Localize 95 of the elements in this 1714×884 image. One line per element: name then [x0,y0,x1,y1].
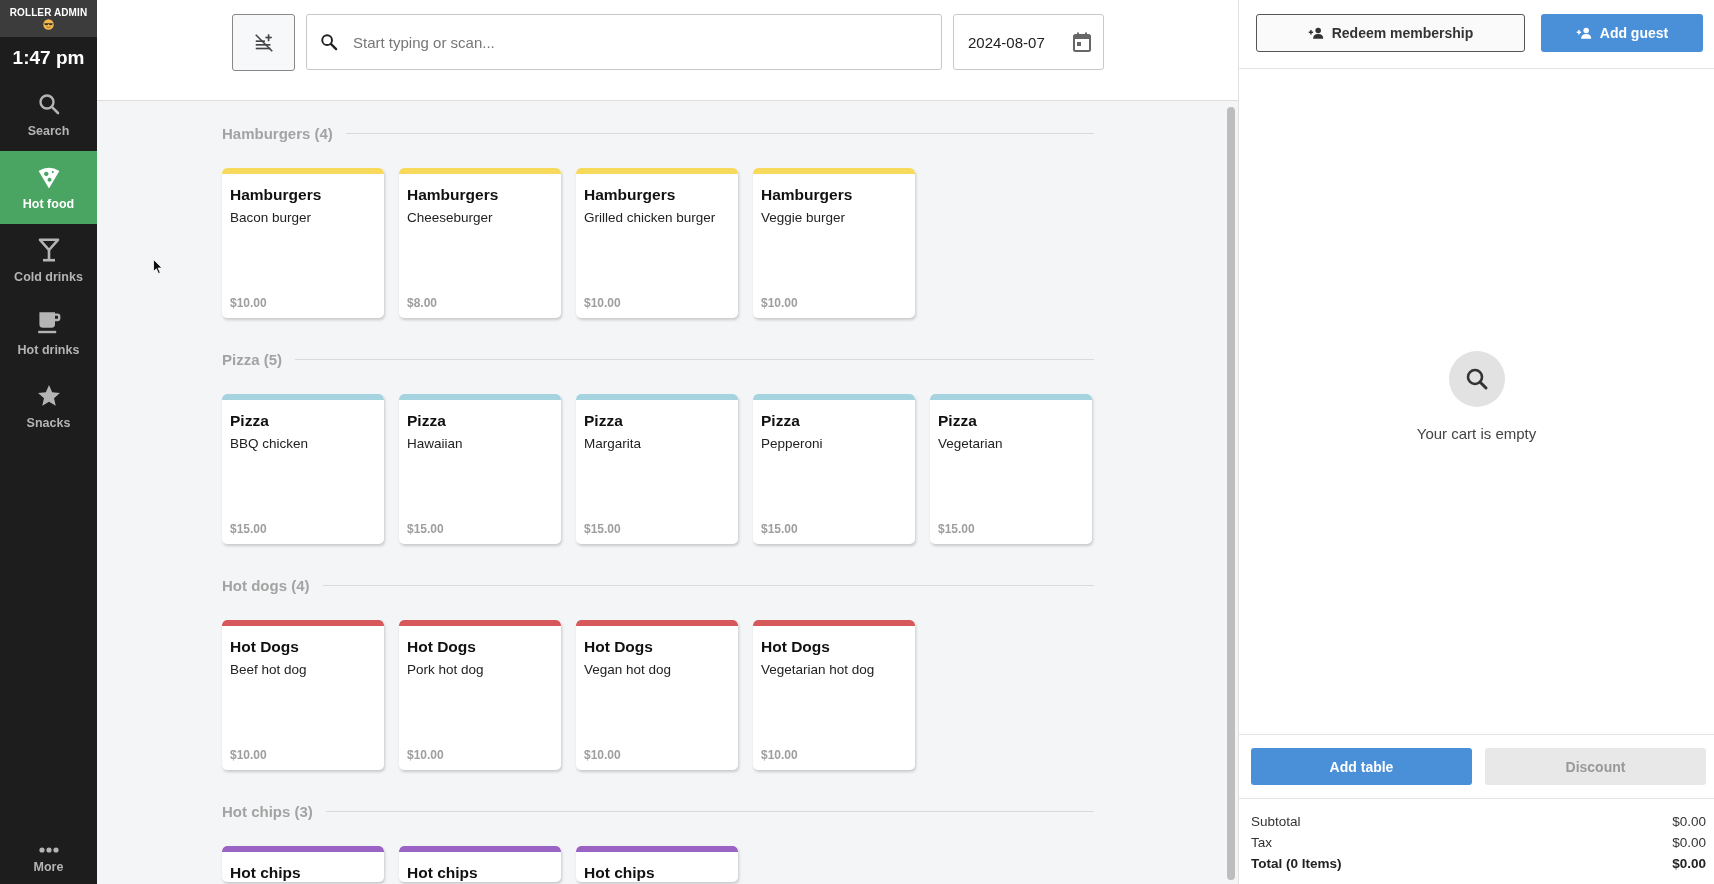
product-category: Pizza [761,412,801,430]
product-price: $15.00 [761,522,799,536]
clock-time: 1:47 pm [11,45,86,70]
product-price: $15.00 [938,522,976,536]
product-category: Pizza [938,412,978,430]
product-name: Vegan hot dog [584,662,673,677]
product-card[interactable]: Hot Dogs Pork hot dog $10.00 [399,620,561,770]
product-price: $10.00 [407,748,445,762]
star-icon [36,384,61,408]
coffee-mug-icon [36,311,61,335]
cocktail-glass-icon [36,238,61,262]
section-heading: Hot dogs (4) [222,576,310,594]
product-name: Grilled chicken burger [584,210,717,225]
product-card[interactable]: Pizza Vegetarian $15.00 [930,394,1092,544]
empty-cart-message: Your cart is empty [1416,425,1537,442]
product-card[interactable]: Hamburgers Veggie burger $10.00 [753,168,915,318]
product-card[interactable]: Pizza Margarita $15.00 [576,394,738,544]
search-icon [1448,351,1505,407]
product-category: Hamburgers [407,186,500,204]
nav-tab[interactable]: Hot drinks [0,297,97,370]
product-category: Pizza [584,412,624,430]
calendar-icon [1073,32,1091,52]
product-category: Hot chips [230,864,302,882]
nav-tab[interactable]: Snacks [0,370,97,443]
product-name: Vegetarian [938,436,1004,451]
filter-button[interactable] [232,14,295,71]
total-value: $0.00 [1672,814,1706,829]
total-value: $0.00 [1672,856,1706,871]
product-category: Hot Dogs [230,638,300,656]
mouse-pointer-icon [153,259,163,274]
product-name: Hawaiian [407,436,464,451]
section-heading: Pizza (5) [222,350,282,368]
product-card[interactable]: Hot chips [222,846,384,882]
product-category: Pizza [407,412,447,430]
product-price: $10.00 [584,296,622,310]
product-category: Hot chips [584,864,656,882]
product-price: $15.00 [230,522,268,536]
product-card[interactable]: Hamburgers Bacon burger $10.00 [222,168,384,318]
nav-tab[interactable]: Search [0,78,97,151]
product-name: BBQ chicken [230,436,310,451]
date-field[interactable]: 2024-08-07 [953,14,1104,70]
product-card[interactable]: Hot Dogs Beef hot dog $10.00 [222,620,384,770]
product-price: $10.00 [761,296,799,310]
product-card[interactable]: Hamburgers Grilled chicken burger $10.00 [576,168,738,318]
section-heading: Hot chips (3) [222,802,313,820]
total-label: Total (0 Items) [1251,856,1342,871]
product-card[interactable]: Pizza Hawaiian $15.00 [399,394,561,544]
redeem-button[interactable]: Redeem membership [1256,14,1525,52]
product-name: Pepperoni [761,436,824,451]
product-name: Pork hot dog [407,662,485,677]
product-price: $10.00 [584,748,622,762]
search-icon [36,92,61,116]
product-price: $8.00 [407,296,439,310]
sunglasses-face-icon [43,19,54,30]
total-value: $0.00 [1672,835,1706,850]
crossed-list-icon [252,31,275,54]
product-name: Cheeseburger [407,210,494,225]
product-name: Veggie burger [761,210,847,225]
search-field[interactable]: Start typing or scan... [306,14,942,70]
person-add-icon [1307,27,1324,39]
product-category: Hot Dogs [761,638,831,656]
account-name: ROLLER ADMIN [9,7,88,18]
total-label: Subtotal [1251,814,1301,829]
more-button[interactable]: More [0,846,97,884]
product-card[interactable]: Hot Dogs Vegan hot dog $10.00 [576,620,738,770]
product-price: $10.00 [761,748,799,762]
product-card[interactable]: Pizza Pepperoni $15.00 [753,394,915,544]
product-category: Hot chips [407,864,479,882]
scrollbar-thumb[interactable] [1226,107,1235,880]
product-name: Vegetarian hot dog [761,662,876,677]
product-price: $10.00 [230,296,268,310]
product-category: Hot Dogs [584,638,654,656]
product-category: Hamburgers [584,186,677,204]
product-category: Hot Dogs [407,638,477,656]
product-name: Bacon burger [230,210,313,225]
more-dots-icon [38,847,59,853]
product-name: Margarita [584,436,643,451]
product-category: Pizza [230,412,270,430]
product-category: Hamburgers [761,186,854,204]
product-card[interactable]: Hot Dogs Vegetarian hot dog $10.00 [753,620,915,770]
product-card[interactable]: Hot chips [576,846,738,882]
product-card[interactable]: Hamburgers Cheeseburger $8.00 [399,168,561,318]
product-price: $15.00 [407,522,445,536]
product-price: $10.00 [230,748,268,762]
person-add-icon [1575,27,1592,39]
pizza-slice-icon [36,165,61,189]
search-icon [320,33,338,51]
section-heading: Hamburgers (4) [222,124,333,142]
product-price: $15.00 [584,522,622,536]
product-category: Hamburgers [230,186,323,204]
total-label: Tax [1251,835,1272,850]
nav-tab[interactable]: Cold drinks [0,224,97,297]
product-card[interactable]: Pizza BBQ chicken $15.00 [222,394,384,544]
product-card[interactable]: Hot chips [399,846,561,882]
product-name: Beef hot dog [230,662,308,677]
